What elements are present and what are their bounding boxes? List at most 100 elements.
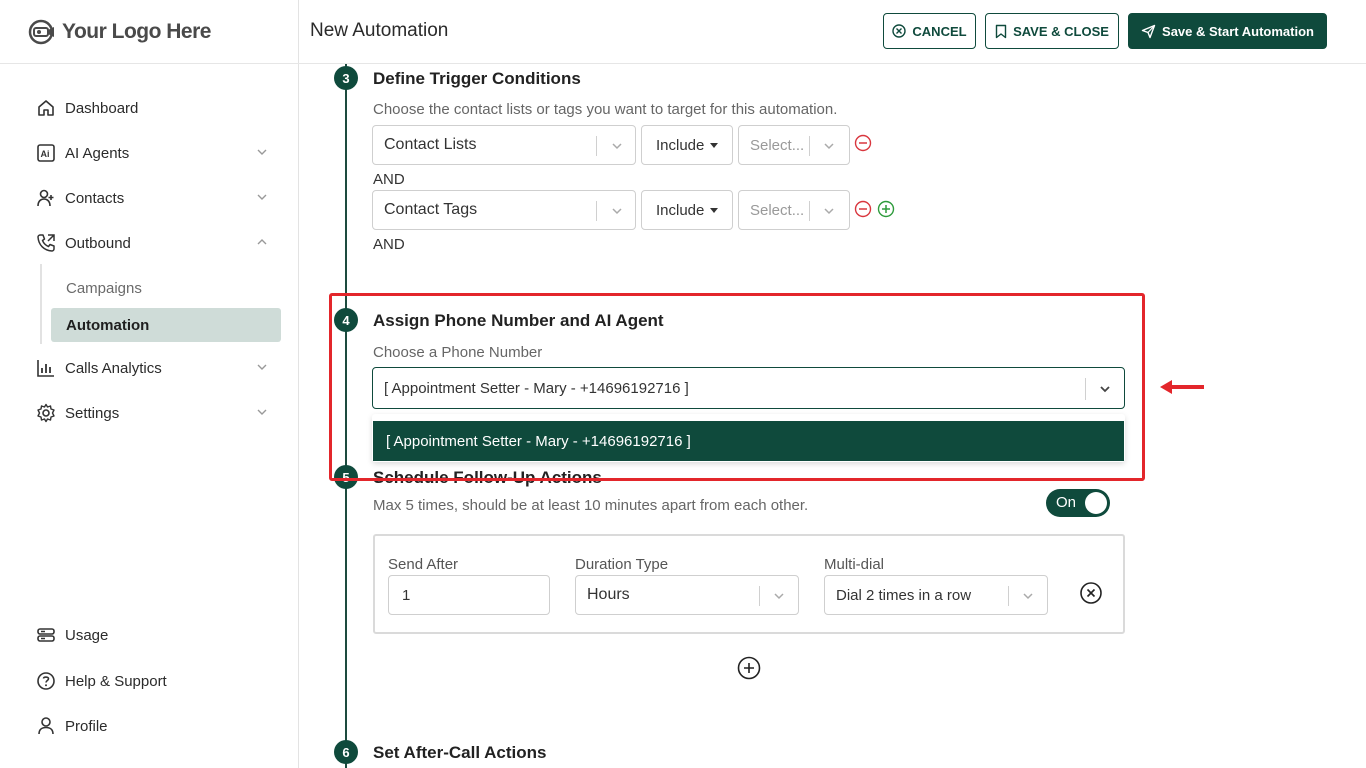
help-icon	[36, 671, 56, 691]
step-5-helper: Max 5 times, should be at least 10 minut…	[373, 497, 809, 514]
phone-number-label: Choose a Phone Number	[373, 344, 543, 361]
caret-down-icon	[710, 142, 719, 148]
sidebar-item-usage[interactable]: Usage	[36, 620, 276, 650]
select-separator	[596, 136, 597, 156]
gear-icon	[36, 403, 56, 423]
sidebar-item-help[interactable]: Help & Support	[36, 666, 276, 696]
sidebar-item-dashboard[interactable]: Dashboard	[36, 93, 276, 123]
steps-timeline	[345, 64, 347, 768]
multi-dial-label: Multi-dial	[824, 556, 885, 573]
operator-label: Include	[656, 136, 705, 154]
chevron-down-icon	[1100, 386, 1110, 393]
and-label-2: AND	[373, 236, 405, 253]
sidebar-item-settings[interactable]: Settings	[36, 398, 276, 428]
chevron-down-icon	[257, 149, 267, 155]
trigger-value-select-2[interactable]: Select...	[738, 190, 850, 230]
duration-type-value: Hours	[587, 586, 630, 603]
header: New Automation CANCEL SAVE & CLOSE Save …	[299, 0, 1366, 64]
sidebar-item-label: Help & Support	[65, 672, 167, 690]
sidebar-divider	[0, 63, 299, 64]
step-4-badge: 4	[334, 308, 358, 332]
sidebar-item-label: Usage	[65, 626, 109, 644]
sidebar-item-profile[interactable]: Profile	[36, 711, 276, 741]
logo[interactable]: Your Logo Here	[26, 16, 211, 48]
chevron-down-icon	[774, 593, 784, 600]
trigger-field-value: Contact Tags	[384, 201, 478, 218]
toggle-label: On	[1056, 494, 1077, 511]
step-3-badge: 3	[334, 66, 358, 90]
step-5-badge: 5	[334, 465, 358, 489]
remove-follow-up-icon[interactable]	[1079, 581, 1103, 605]
select-separator	[1008, 586, 1009, 606]
step-4-title: Assign Phone Number and AI Agent	[373, 311, 664, 330]
cancel-circle-icon	[892, 24, 907, 38]
step-5-title: Schedule Follow-Up Actions	[373, 468, 602, 487]
multi-dial-select[interactable]: Dial 2 times in a row	[824, 575, 1048, 615]
select-placeholder: Select...	[750, 136, 805, 154]
add-follow-up-icon[interactable]	[737, 656, 761, 680]
user-icon	[36, 716, 56, 736]
dropdown-option[interactable]: [ Appointment Setter - Mary - +146961927…	[373, 421, 1124, 461]
select-separator	[759, 586, 760, 606]
chevron-down-icon	[1023, 593, 1033, 600]
sidebar-item-label: Calls Analytics	[65, 359, 162, 377]
multi-dial-value: Dial 2 times in a row	[836, 586, 972, 604]
chevron-down-icon	[824, 208, 834, 215]
usage-icon	[36, 625, 56, 645]
sidebar-subitem-campaigns[interactable]: Campaigns	[51, 271, 281, 305]
send-icon	[1141, 24, 1156, 38]
follow-up-card: Send After 1 Duration Type Hours Multi-d…	[373, 534, 1125, 634]
sidebar-item-ai-agents[interactable]: Ai AI Agents	[36, 138, 276, 168]
add-condition-icon[interactable]	[877, 200, 895, 218]
phone-number-select[interactable]: [ Appointment Setter - Mary - +146961927…	[372, 367, 1125, 409]
sidebar-item-outbound[interactable]: Outbound	[36, 228, 276, 258]
and-label-1: AND	[373, 171, 405, 188]
send-after-input[interactable]: 1	[388, 575, 550, 615]
caret-down-icon	[710, 207, 719, 213]
trigger-field-select-2[interactable]: Contact Tags	[372, 190, 636, 230]
sidebar-item-label: Profile	[65, 717, 108, 735]
chevron-down-icon	[257, 194, 267, 200]
sidebar-item-label: Contacts	[65, 189, 125, 207]
logo-icon	[28, 19, 54, 45]
contact-add-icon	[36, 188, 56, 208]
sidebar-item-label: AI Agents	[65, 144, 130, 162]
arrow-left-icon	[1160, 380, 1204, 394]
step-3-title: Define Trigger Conditions	[373, 69, 581, 88]
step-6-badge: 6	[334, 740, 358, 764]
sidebar: Your Logo Here Dashboard Ai AI Agents Co…	[0, 0, 299, 768]
step-6-title: Set After-Call Actions	[373, 743, 547, 762]
phone-number-dropdown-menu: [ Appointment Setter - Mary - +146961927…	[372, 414, 1125, 462]
remove-condition-icon[interactable]	[854, 134, 872, 152]
save-close-button[interactable]: SAVE & CLOSE	[985, 13, 1119, 49]
sidebar-item-calls-analytics[interactable]: Calls Analytics	[36, 353, 276, 383]
phone-number-value: [ Appointment Setter - Mary - +146961927…	[384, 379, 689, 397]
duration-type-label: Duration Type	[575, 556, 669, 573]
trigger-value-select-1[interactable]: Select...	[738, 125, 850, 165]
select-separator	[809, 136, 810, 156]
chevron-down-icon	[257, 364, 267, 370]
operator-dropdown-2[interactable]: Include	[641, 190, 733, 230]
remove-condition-icon[interactable]	[854, 200, 872, 218]
select-separator	[809, 201, 810, 221]
save-start-button-label: Save & Start Automation	[1162, 23, 1314, 39]
chevron-down-icon	[257, 409, 267, 415]
sidebar-item-label: Settings	[65, 404, 120, 422]
trigger-field-select-1[interactable]: Contact Lists	[372, 125, 636, 165]
sidebar-item-label: Dashboard	[65, 99, 139, 117]
bookmark-icon	[995, 24, 1007, 38]
chevron-down-icon	[612, 143, 622, 150]
operator-dropdown-1[interactable]: Include	[641, 125, 733, 165]
toggle-knob	[1085, 492, 1107, 514]
save-start-button[interactable]: Save & Start Automation	[1128, 13, 1327, 49]
trigger-field-value: Contact Lists	[384, 136, 477, 153]
sidebar-subitem-automation[interactable]: Automation	[51, 308, 281, 342]
follow-up-toggle[interactable]: On	[1046, 489, 1110, 517]
sidebar-item-contacts[interactable]: Contacts	[36, 183, 276, 213]
duration-type-select[interactable]: Hours	[575, 575, 799, 615]
cancel-button[interactable]: CANCEL	[883, 13, 976, 49]
chevron-down-icon	[824, 143, 834, 150]
chevron-up-icon	[257, 239, 267, 245]
svg-text:Ai: Ai	[41, 149, 50, 159]
send-after-label: Send After	[388, 556, 459, 573]
